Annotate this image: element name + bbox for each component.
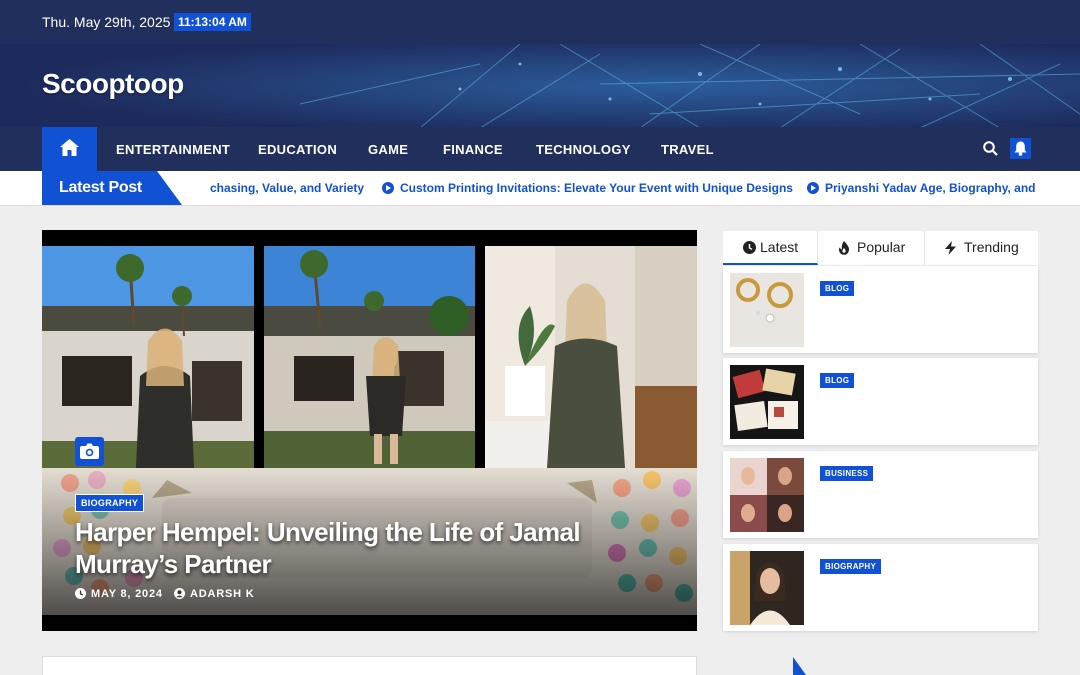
user-icon bbox=[174, 588, 185, 599]
fire-icon bbox=[839, 241, 849, 255]
tab-latest[interactable]: Latest bbox=[723, 231, 818, 265]
featured-photo-1 bbox=[42, 246, 254, 468]
tab-latest-label: Latest bbox=[760, 239, 799, 255]
photo-woman-standing bbox=[264, 246, 475, 468]
category-badge[interactable]: BUSINESS bbox=[820, 466, 874, 481]
arrow-circle-icon bbox=[382, 182, 394, 194]
nav-item-technology[interactable]: TECHNOLOGY bbox=[536, 142, 631, 157]
ticker-track: chasing, Value, and Variety Custom Print… bbox=[210, 171, 1038, 205]
ticker-label-text: Latest Post bbox=[59, 179, 142, 196]
category-badge[interactable]: BLOG bbox=[820, 281, 855, 296]
latest-post-ticker: Latest Post chasing, Value, and Variety … bbox=[0, 171, 1080, 206]
sidebar-post[interactable]: BUSINESS bbox=[723, 451, 1038, 538]
photo-woman-by-house bbox=[42, 246, 254, 468]
tab-trending-label: Trending bbox=[964, 239, 1019, 255]
post-date-text: MAY 8, 2024 bbox=[91, 588, 163, 600]
post-thumbnail[interactable] bbox=[730, 273, 804, 347]
category-badge[interactable]: BIOGRAPHY bbox=[75, 494, 145, 512]
featured-title[interactable]: Harper Hempel: Unveiling the Life of Jam… bbox=[75, 516, 635, 580]
thumbnail-portrait bbox=[730, 551, 804, 625]
nav-item-entertainment[interactable]: ENTERTAINMENT bbox=[116, 142, 230, 157]
photo-woman-sweater bbox=[485, 246, 697, 468]
content-card bbox=[42, 656, 697, 675]
notification-button[interactable] bbox=[1010, 138, 1031, 159]
current-date: Thu. May 29th, 2025 bbox=[42, 14, 171, 30]
thumbnail-invitations bbox=[730, 365, 804, 439]
thumbnail-collage-portraits bbox=[730, 458, 804, 532]
tab-popular[interactable]: Popular bbox=[818, 231, 925, 265]
sidebar-tabs: Latest Popular Trending bbox=[723, 231, 1038, 265]
category-badge[interactable]: BIOGRAPHY bbox=[820, 559, 882, 574]
post-date[interactable]: MAY 8, 2024 bbox=[75, 588, 163, 600]
featured-photo-3 bbox=[485, 246, 697, 468]
arrow-circle-icon bbox=[807, 182, 819, 194]
camera-icon bbox=[80, 443, 99, 459]
post-thumbnail[interactable] bbox=[730, 458, 804, 532]
sidebar-post[interactable]: BIOGRAPHY bbox=[723, 544, 1038, 631]
bolt-icon bbox=[945, 241, 956, 255]
home-button[interactable] bbox=[42, 127, 97, 171]
nav-item-game[interactable]: GAME bbox=[368, 142, 408, 157]
tab-popular-label: Popular bbox=[857, 239, 906, 255]
ticker-item[interactable]: chasing, Value, and Variety bbox=[210, 181, 364, 195]
tab-trending[interactable]: Trending bbox=[925, 231, 1038, 265]
main-navigation: ENTERTAINMENT EDUCATION GAME FINANCE TEC… bbox=[0, 127, 1080, 171]
clock-icon bbox=[743, 241, 756, 254]
decorative-triangle bbox=[793, 657, 806, 675]
ticker-item[interactable]: Custom Printing Invitations: Elevate You… bbox=[400, 181, 793, 195]
sidebar-post[interactable]: BLOG bbox=[723, 358, 1038, 445]
bell-icon bbox=[1014, 141, 1027, 156]
search-icon[interactable] bbox=[983, 141, 998, 156]
post-thumbnail[interactable] bbox=[730, 365, 804, 439]
site-title[interactable]: Scooptoop bbox=[42, 68, 184, 100]
nav-item-finance[interactable]: FINANCE bbox=[443, 142, 503, 157]
clock-icon bbox=[75, 588, 86, 599]
current-time: 11:13:04 AM bbox=[174, 13, 251, 31]
nav-item-education[interactable]: EDUCATION bbox=[258, 142, 337, 157]
ticker-label: Latest Post bbox=[42, 171, 182, 205]
nav-item-travel[interactable]: TRAVEL bbox=[661, 142, 714, 157]
featured-photo-2 bbox=[264, 246, 475, 468]
gallery-button[interactable] bbox=[75, 437, 104, 466]
top-bar: Thu. May 29th, 2025 11:13:04 AM bbox=[0, 0, 1080, 44]
post-thumbnail[interactable] bbox=[730, 551, 804, 625]
ticker-item[interactable]: Priyanshi Yadav Age, Biography, and N bbox=[825, 181, 1038, 195]
category-badge[interactable]: BLOG bbox=[820, 373, 855, 388]
post-author[interactable]: ADARSH K bbox=[174, 588, 254, 600]
thumbnail-earrings bbox=[730, 273, 804, 347]
header-banner: Scooptoop bbox=[0, 44, 1080, 128]
post-author-text: ADARSH K bbox=[190, 588, 255, 600]
sidebar-post[interactable]: BLOG bbox=[723, 266, 1038, 353]
home-icon bbox=[60, 139, 79, 156]
featured-post[interactable]: BIOGRAPHY Harper Hempel: Unveiling the L… bbox=[42, 230, 697, 631]
